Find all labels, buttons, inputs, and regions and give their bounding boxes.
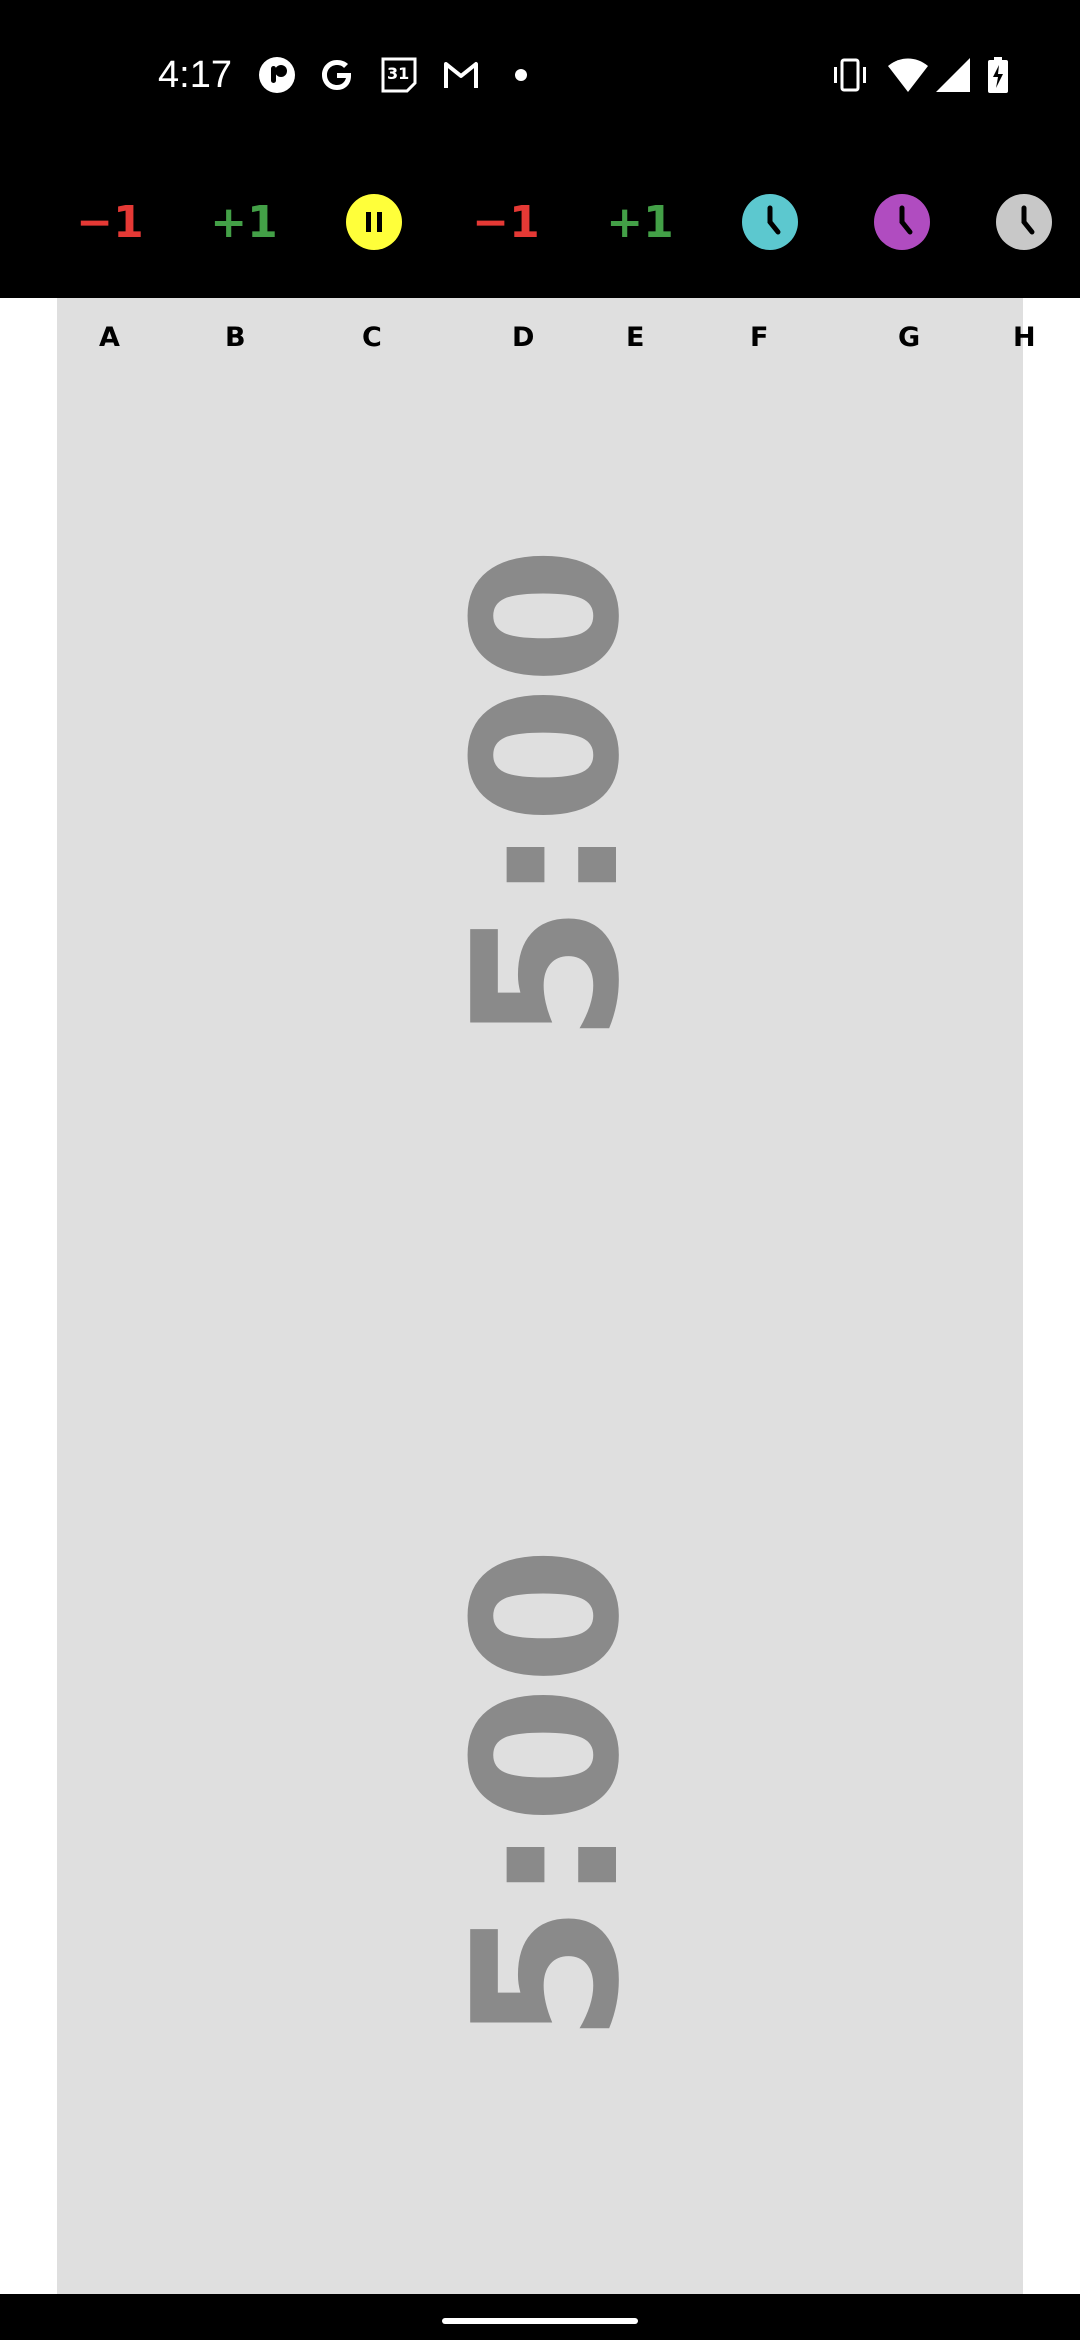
decrement-button-2[interactable]: −1 [472,190,539,254]
google-icon [322,60,351,90]
status-time: 4:17 [158,54,232,96]
pause-button[interactable] [346,194,402,250]
pause-icon [366,212,382,232]
clock-button-teal[interactable] [742,194,798,250]
increment-button-2[interactable]: +1 [606,190,673,254]
clock-icon [767,205,781,235]
wifi-icon [888,58,928,92]
clock-button-purple[interactable] [874,194,930,250]
navigation-bar [0,2294,1080,2340]
decrement-button[interactable]: −1 [76,190,143,254]
clock-button-grey[interactable] [996,194,1052,250]
column-label-a: A [99,322,120,353]
column-label-g: G [898,322,921,353]
home-handle[interactable] [442,2318,638,2324]
clock-icon [899,205,913,235]
vibrate-icon [834,58,866,92]
column-label-h: H [1013,322,1036,353]
status-bar: 4:17 31 [0,0,1080,150]
gmail-icon [444,62,478,88]
clock-icon [1021,205,1035,235]
column-label-f: F [750,322,769,353]
signal-icon [936,58,970,92]
calendar-day: 31 [387,64,410,83]
timer-bottom[interactable]: 5:00 [431,1546,664,2043]
battery-charging-icon [988,57,1008,93]
timer-top[interactable]: 5:00 [431,546,664,1043]
assistant-icon [259,57,295,93]
dot-icon [515,69,527,81]
calendar-icon: 31 [380,56,418,94]
column-label-b: B [225,322,246,353]
column-label-e: E [626,322,645,353]
increment-button[interactable]: +1 [210,190,277,254]
column-label-d: D [512,322,535,353]
column-label-c: C [362,322,382,353]
